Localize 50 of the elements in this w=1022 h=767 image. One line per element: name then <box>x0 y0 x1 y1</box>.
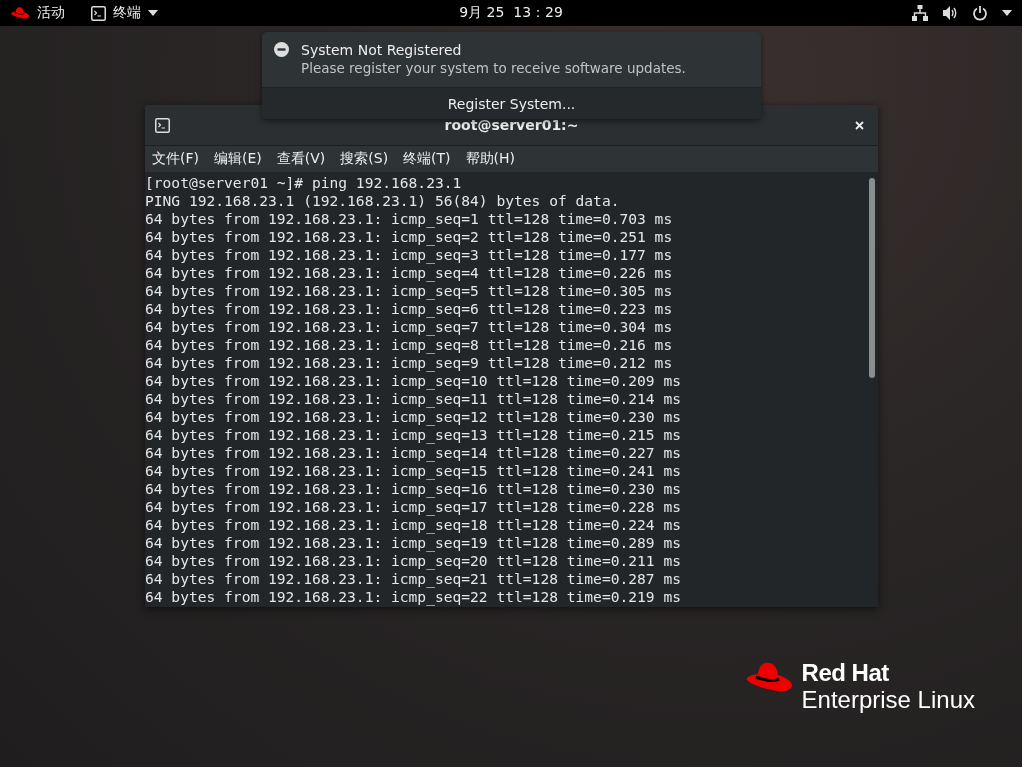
menu-item[interactable]: 文件(F) <box>152 150 205 168</box>
terminal-line: 64 bytes from 192.168.23.1: icmp_seq=22 ttl=128 time=0.219 ms <box>145 588 682 606</box>
app-menu[interactable]: 终端 <box>91 4 158 22</box>
menu-item[interactable]: 搜索(S) <box>340 150 395 168</box>
terminal-line: 64 bytes from 192.168.23.1: icmp_seq=12 ttl=128 time=0.230 ms <box>145 408 682 426</box>
menu-item[interactable]: 查看(V) <box>276 150 332 168</box>
notification-title: System Not Registered <box>301 42 463 58</box>
menu-item[interactable]: 编辑(E) <box>214 150 268 168</box>
terminal-line: [root@server01 ~]# ping 192.168.23.1 <box>145 174 463 192</box>
close-icon <box>855 120 864 130</box>
terminal-line: 64 bytes from 192.168.23.1: icmp_seq=20 ttl=128 time=0.211 ms <box>145 552 682 570</box>
menu-item[interactable]: 终端(T) <box>403 150 457 168</box>
terminal-line: 64 bytes from 192.168.23.1: icmp_seq=4 ttl=128 time=0.226 ms <box>145 264 674 282</box>
caret-icon[interactable] <box>1002 10 1012 16</box>
volume-icon[interactable] <box>942 5 958 21</box>
terminal-line: 64 bytes from 192.168.23.1: icmp_seq=3 ttl=128 time=0.177 ms <box>145 246 674 264</box>
terminal-line: 64 bytes from 192.168.23.1: icmp_seq=17 ttl=128 time=0.228 ms <box>145 498 682 516</box>
network-icon[interactable] <box>912 5 928 21</box>
clock[interactable]: 9月 25 13：29 <box>459 4 563 22</box>
terminal-line: 64 bytes from 192.168.23.1: icmp_seq=14 ttl=128 time=0.227 ms <box>145 444 682 462</box>
terminal-line: 64 bytes from 192.168.23.1: icmp_seq=7 ttl=128 time=0.304 ms <box>145 318 674 336</box>
terminal-line: 64 bytes from 192.168.23.1: icmp_seq=13 ttl=128 time=0.215 ms <box>145 426 682 444</box>
terminal-line: 64 bytes from 192.168.23.1: icmp_seq=15 ttl=128 time=0.241 ms <box>145 462 682 480</box>
logo-product: Enterprise Linux <box>801 686 975 714</box>
terminal-icon <box>155 117 170 133</box>
register-button[interactable]: Register System... <box>262 87 761 119</box>
power-icon[interactable] <box>972 5 988 21</box>
activities-button[interactable]: 活动 <box>10 4 65 22</box>
notification-message: Please register your system to receive software updates. <box>301 60 686 76</box>
terminal-line: PING 192.168.23.1 (192.168.23.1) 56(84) bytes of data. <box>145 192 621 210</box>
terminal-line: 64 bytes from 192.168.23.1: icmp_seq=19 ttl=128 time=0.289 ms <box>145 534 682 552</box>
logo-brand: Red Hat <box>801 660 890 686</box>
terminal-line: 64 bytes from 192.168.23.1: icmp_seq=1 ttl=128 time=0.703 ms <box>145 210 674 228</box>
minus-circle-icon <box>274 42 289 57</box>
caret-icon <box>148 10 158 16</box>
terminal-line: 64 bytes from 192.168.23.1: icmp_seq=2 ttl=128 time=0.251 ms <box>145 228 674 246</box>
terminal-line: 64 bytes from 192.168.23.1: icmp_seq=6 ttl=128 time=0.223 ms <box>145 300 674 318</box>
terminal-line: 64 bytes from 192.168.23.1: icmp_seq=21 ttl=128 time=0.287 ms <box>145 570 682 588</box>
menu-item[interactable]: 帮助(H) <box>465 150 522 168</box>
hat-icon <box>10 5 30 21</box>
terminal-line: 64 bytes from 192.168.23.1: icmp_seq=11 ttl=128 time=0.214 ms <box>145 390 682 408</box>
terminal-icon <box>91 5 106 21</box>
terminal-line: 64 bytes from 192.168.23.1: icmp_seq=10 ttl=128 time=0.209 ms <box>145 372 682 390</box>
terminal-line: 64 bytes from 192.168.23.1: icmp_seq=16 ttl=128 time=0.230 ms <box>145 480 682 498</box>
terminal-line: 64 bytes from 192.168.23.1: icmp_seq=8 ttl=128 time=0.216 ms <box>145 336 674 354</box>
terminal-line: 64 bytes from 192.168.23.1: icmp_seq=9 ttl=128 time=0.212 ms <box>145 354 674 372</box>
terminal-line: 64 bytes from 192.168.23.1: icmp_seq=18 ttl=128 time=0.224 ms <box>145 516 682 534</box>
window-title: root@server01:~ <box>444 117 579 133</box>
scrollbar-thumb[interactable] <box>869 178 875 378</box>
terminal-line: 64 bytes from 192.168.23.1: icmp_seq=5 ttl=128 time=0.305 ms <box>145 282 674 300</box>
